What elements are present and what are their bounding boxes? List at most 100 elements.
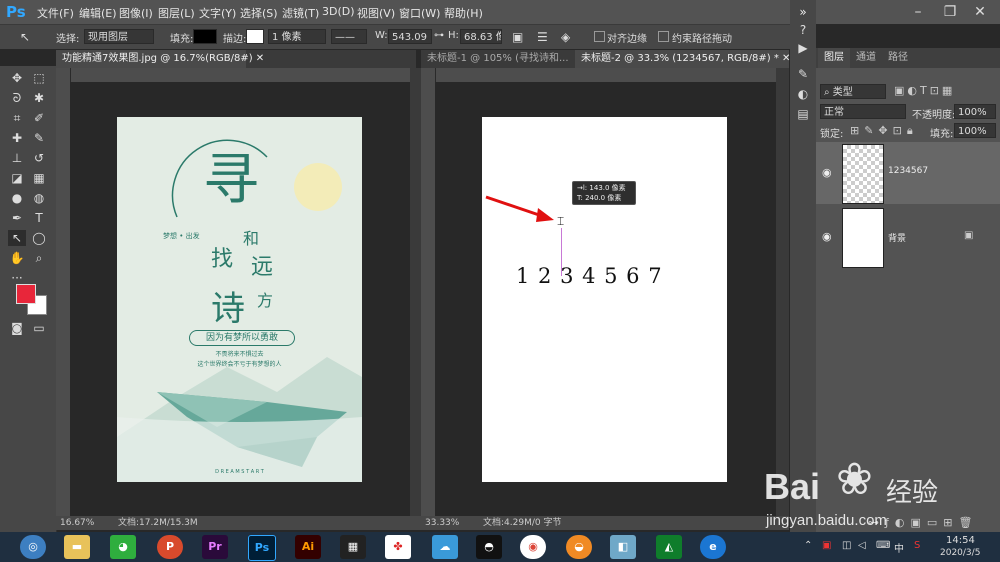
path-select-icon[interactable]: ↖ [20, 30, 30, 44]
eraser-icon[interactable]: ◪ [8, 170, 26, 186]
tab-doc-1[interactable]: 未标题-1 @ 105% (寻找诗和... [421, 50, 571, 68]
sogou-icon[interactable]: S [914, 540, 920, 551]
adjust-panel-icon[interactable]: ◐ [794, 86, 812, 102]
tab-layers[interactable]: 图层 [818, 48, 850, 68]
layer-name[interactable]: 1234567 [888, 166, 928, 176]
number-text-layer[interactable]: 1 2 3 4 5 6 7 [516, 264, 663, 288]
path-arrange-icon[interactable]: ◈ [561, 30, 570, 44]
clock-date[interactable]: 2020/3/5 [940, 548, 980, 558]
file-explorer-icon[interactable]: ▬ [64, 535, 90, 559]
dodge-icon[interactable]: ◍ [30, 190, 48, 206]
tray-chevron-icon[interactable]: ⌃ [804, 540, 812, 551]
menu-window[interactable]: 窗口(W) [399, 5, 440, 21]
type-tool-icon[interactable]: T [30, 210, 48, 226]
link-icon[interactable]: ⊶ [434, 30, 444, 41]
xmind-icon[interactable]: ✤ [385, 535, 411, 559]
layer-name[interactable]: 背景 [888, 231, 906, 244]
menu-edit[interactable]: 编辑(E) [79, 5, 117, 21]
stroke-width-field[interactable]: 1 像素 [268, 29, 326, 44]
wechat-icon[interactable]: ◕ [110, 535, 136, 559]
menu-image[interactable]: 图像(I) [119, 5, 153, 21]
menu-select[interactable]: 选择(S) [240, 5, 278, 21]
clone-stamp-icon[interactable]: ⊥ [8, 150, 26, 166]
play-icon[interactable]: ▶ [794, 40, 812, 56]
height-field[interactable]: 68.63 像 [460, 29, 502, 44]
tab-paths[interactable]: 路径 [882, 48, 914, 68]
opacity-field[interactable]: 100% [954, 104, 996, 119]
input-icon[interactable]: ⌨ [876, 540, 890, 551]
qq-icon[interactable]: ◓ [476, 535, 502, 559]
tab-doc-2[interactable]: 未标题-2 @ 33.3% (1234567, RGB/8#) * ✕ [575, 50, 790, 68]
tray-app-icon[interactable]: ▣ [822, 540, 831, 551]
path-align-icon[interactable]: ☰ [537, 30, 548, 44]
layer-filter-icons[interactable]: ▣◐T⊡▦ [894, 84, 955, 97]
volume-icon[interactable]: ◁ [858, 540, 866, 551]
tab-channels[interactable]: 通道 [850, 48, 882, 68]
properties-icon[interactable]: ▤ [794, 106, 812, 122]
menu-view[interactable]: 视图(V) [357, 5, 395, 21]
hand-tool-icon[interactable]: ✋ [8, 250, 26, 266]
video-editor-icon[interactable]: ▦ [340, 535, 366, 559]
fill-swatch[interactable] [193, 29, 217, 44]
fill-field[interactable]: 100% [954, 123, 996, 138]
crop-tool-icon[interactable]: ⌗ [8, 110, 26, 126]
photoshop-task-icon[interactable]: Ps [248, 535, 276, 561]
right-zoom[interactable]: 33.33% [425, 516, 459, 530]
menu-filter[interactable]: 滤镜(T) [282, 5, 319, 21]
quick-mask-icon[interactable]: ◙ [8, 320, 26, 336]
width-field[interactable]: 543.09 [388, 29, 432, 44]
layer-row[interactable]: ◉ 背景 ▣ [816, 206, 1000, 268]
layer-kind-dropdown[interactable]: ⌕ 类型 [820, 84, 886, 99]
path-ops-icon[interactable]: ▣ [512, 30, 523, 44]
illustrator-icon[interactable]: Ai [295, 535, 321, 559]
layer-row[interactable]: ◉ 1234567 [816, 142, 1000, 204]
lock-icons[interactable]: ⊞✎✥⊡🔒︎ [850, 124, 918, 138]
ime-icon[interactable]: 中 [894, 540, 904, 555]
zoom-tool-icon[interactable]: ⌕ [30, 250, 48, 266]
stroke-style-dropdown[interactable]: —— [331, 29, 367, 44]
notes-app-icon[interactable]: ◧ [610, 535, 636, 559]
close-icon[interactable]: ✕ [968, 2, 992, 22]
ie-icon[interactable]: e [700, 535, 726, 559]
visibility-eye-icon[interactable]: ◉ [822, 230, 832, 243]
cloud-app-icon[interactable]: ☁ [432, 535, 458, 559]
info-icon[interactable]: ? [794, 22, 812, 38]
right-scrollbar[interactable] [776, 68, 789, 516]
foreground-color[interactable] [16, 284, 36, 304]
marquee-tool-icon[interactable]: ⬚ [30, 70, 48, 86]
collapse-icon[interactable]: » [794, 4, 812, 20]
constrain-path-checkbox[interactable] [658, 31, 669, 42]
brush-panel-icon[interactable]: ✎ [794, 66, 812, 82]
align-edges-checkbox[interactable] [594, 31, 605, 42]
ellipse-tool-icon[interactable]: ◯ [30, 230, 48, 246]
menu-layer[interactable]: 图层(L) [158, 5, 195, 21]
eyedropper-icon[interactable]: ✐ [30, 110, 48, 126]
anchor-point-icon[interactable]: ⌶ [557, 213, 565, 229]
left-scrollbar[interactable] [410, 68, 421, 516]
blur-icon[interactable]: ● [8, 190, 26, 206]
clock-time[interactable]: 14:54 [946, 535, 975, 546]
blend-mode-dropdown[interactable]: 正常 [820, 104, 906, 119]
menu-3d[interactable]: 3D(D) [322, 5, 355, 18]
firefox-icon[interactable]: ◒ [566, 535, 592, 559]
start-icon[interactable]: ◎ [20, 535, 46, 559]
network-icon[interactable]: ◫ [842, 540, 851, 551]
chrome-icon[interactable]: ◉ [520, 535, 546, 559]
tab-left-doc[interactable]: 功能精通7效果图.jpg @ 16.7%(RGB/8#) ✕ [56, 50, 264, 68]
brush-tool-icon[interactable]: ✎ [30, 130, 48, 146]
stroke-swatch[interactable] [246, 29, 264, 44]
powerpoint-icon[interactable]: P [157, 535, 183, 559]
history-brush-icon[interactable]: ↺ [30, 150, 48, 166]
move-tool-icon[interactable]: ✥ [8, 70, 26, 86]
pen-tool-icon[interactable]: ✒ [8, 210, 26, 226]
quick-select-icon[interactable]: ✱ [30, 90, 48, 106]
lasso-tool-icon[interactable]: ᘐ [8, 90, 26, 106]
menu-type[interactable]: 文字(Y) [199, 5, 236, 21]
healing-brush-icon[interactable]: ✚ [8, 130, 26, 146]
restore-icon[interactable]: ❐ [938, 2, 962, 22]
visibility-eye-icon[interactable]: ◉ [822, 166, 832, 179]
menu-file[interactable]: 文件(F) [37, 5, 74, 21]
minimize-icon[interactable]: – [906, 2, 930, 22]
select-dropdown[interactable]: 现用图层 [84, 29, 154, 44]
green-app-icon[interactable]: ◭ [656, 535, 682, 559]
